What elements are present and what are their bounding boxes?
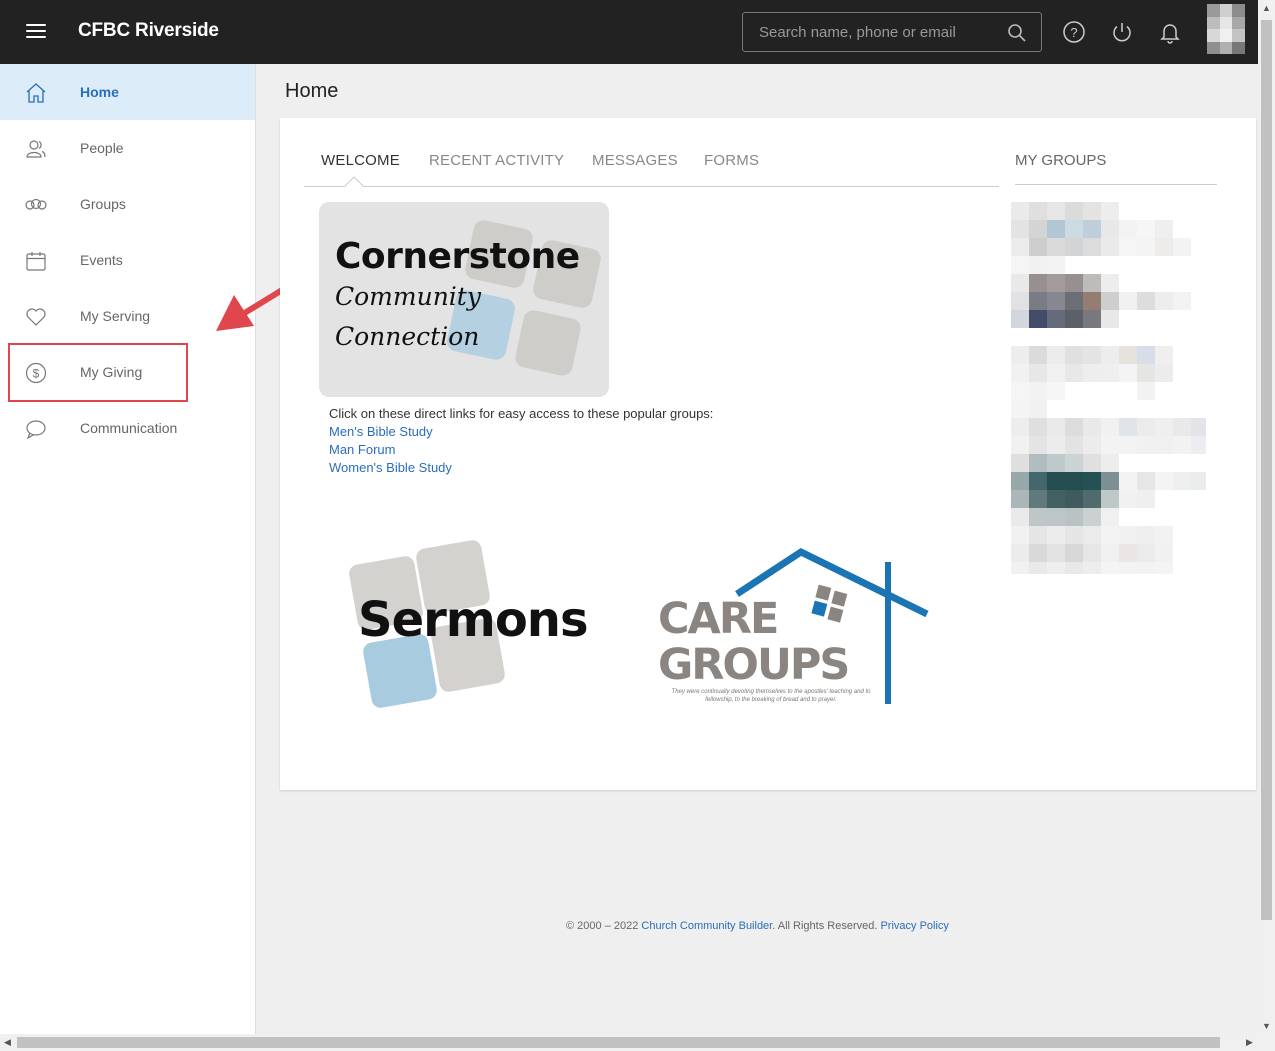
intro-text: Click on these direct links for easy acc… <box>329 406 714 421</box>
scroll-down-icon[interactable]: ▼ <box>1262 1021 1271 1031</box>
vertical-scroll-thumb[interactable] <box>1261 20 1272 920</box>
link-man-forum[interactable]: Man Forum <box>329 442 395 457</box>
sidebar-item-label: Groups <box>80 196 126 212</box>
tab-bar: WELCOME RECENT ACTIVITY MESSAGES FORMS <box>304 148 999 188</box>
power-icon[interactable] <box>1110 20 1134 44</box>
cornerstone-banner: Cornerstone Community Connection <box>319 202 609 397</box>
divider <box>1015 184 1217 185</box>
footer-company-link[interactable]: Church Community Builder <box>641 920 772 932</box>
avatar[interactable] <box>1207 4 1245 54</box>
horizontal-scrollbar[interactable]: ◀ ▶ <box>0 1034 1275 1051</box>
care-groups-tagline: They were continually devoting themselve… <box>671 689 871 703</box>
care-groups-line-2: GROUPS <box>658 640 850 690</box>
group-thumbnail <box>1011 202 1206 574</box>
footer-privacy-link[interactable]: Privacy Policy <box>880 920 948 932</box>
sidebar-item-communication[interactable]: Communication <box>0 400 255 456</box>
care-groups-logo[interactable]: CARE GROUPS They were continually devoti… <box>655 548 935 708</box>
sidebar-item-groups[interactable]: Groups <box>0 176 255 232</box>
groups-icon <box>25 198 47 210</box>
people-icon <box>26 140 46 158</box>
top-bar: CFBC Riverside ? <box>0 0 1258 64</box>
footer-copyright: © 2000 – 2022 <box>566 920 639 932</box>
search-input[interactable] <box>743 23 993 41</box>
annotation-highlight-box <box>8 343 188 402</box>
search-icon[interactable] <box>1007 23 1027 43</box>
help-icon[interactable]: ? <box>1062 20 1086 44</box>
scroll-up-icon[interactable]: ▲ <box>1262 3 1271 13</box>
sidebar-item-label: Events <box>80 252 123 268</box>
link-mens-bible-study[interactable]: Men's Bible Study <box>329 424 433 439</box>
banner-line-1: Community <box>335 282 481 311</box>
tab-recent-activity[interactable]: RECENT ACTIVITY <box>429 152 564 169</box>
link-womens-bible-study[interactable]: Women's Bible Study <box>329 460 452 475</box>
bell-icon[interactable] <box>1158 20 1182 44</box>
tab-welcome[interactable]: WELCOME <box>321 152 400 169</box>
vertical-scrollbar[interactable]: ▲ ▼ <box>1258 0 1275 1034</box>
sidebar-item-label: People <box>80 140 124 156</box>
menu-icon[interactable] <box>26 24 46 40</box>
sidebar-item-my-serving[interactable]: My Serving <box>0 288 255 344</box>
banner-line-2: Connection <box>335 322 480 351</box>
my-groups-list[interactable] <box>1011 202 1206 574</box>
sermons-logo[interactable]: Sermons <box>345 538 615 718</box>
sidebar-item-home[interactable]: Home <box>0 64 255 120</box>
scroll-right-icon[interactable]: ▶ <box>1246 1037 1253 1048</box>
calendar-icon <box>26 252 46 271</box>
sidebar-item-people[interactable]: People <box>0 120 255 176</box>
content-card: WELCOME RECENT ACTIVITY MESSAGES FORMS M… <box>280 118 1256 790</box>
sidebar-item-label: Communication <box>80 420 178 436</box>
horizontal-scroll-thumb[interactable] <box>17 1037 1220 1048</box>
search-box[interactable] <box>742 12 1042 52</box>
banner-title: Cornerstone <box>335 236 580 277</box>
footer: © 2000 – 2022 Church Community Builder. … <box>566 920 949 932</box>
sidebar-item-events[interactable]: Events <box>0 232 255 288</box>
my-groups-heading: MY GROUPS <box>1015 152 1107 169</box>
care-groups-line-1: CARE <box>658 594 779 644</box>
sidebar-item-label: Home <box>80 84 119 100</box>
svg-text:?: ? <box>1070 25 1077 40</box>
app-title[interactable]: CFBC Riverside <box>78 20 219 42</box>
heart-icon <box>26 308 46 326</box>
home-icon <box>26 83 46 103</box>
sermons-label: Sermons <box>358 592 589 648</box>
scroll-left-icon[interactable]: ◀ <box>4 1037 11 1048</box>
page-title: Home <box>285 80 339 102</box>
tab-forms[interactable]: FORMS <box>704 152 759 169</box>
active-tab-caret-icon <box>344 176 364 188</box>
tab-messages[interactable]: MESSAGES <box>592 152 678 169</box>
sidebar-item-label: My Serving <box>80 308 151 324</box>
chat-icon <box>26 420 46 440</box>
sidebar: Home People Groups Events My Serving $ M… <box>0 64 256 1034</box>
footer-rights: . All Rights Reserved. <box>772 920 878 932</box>
